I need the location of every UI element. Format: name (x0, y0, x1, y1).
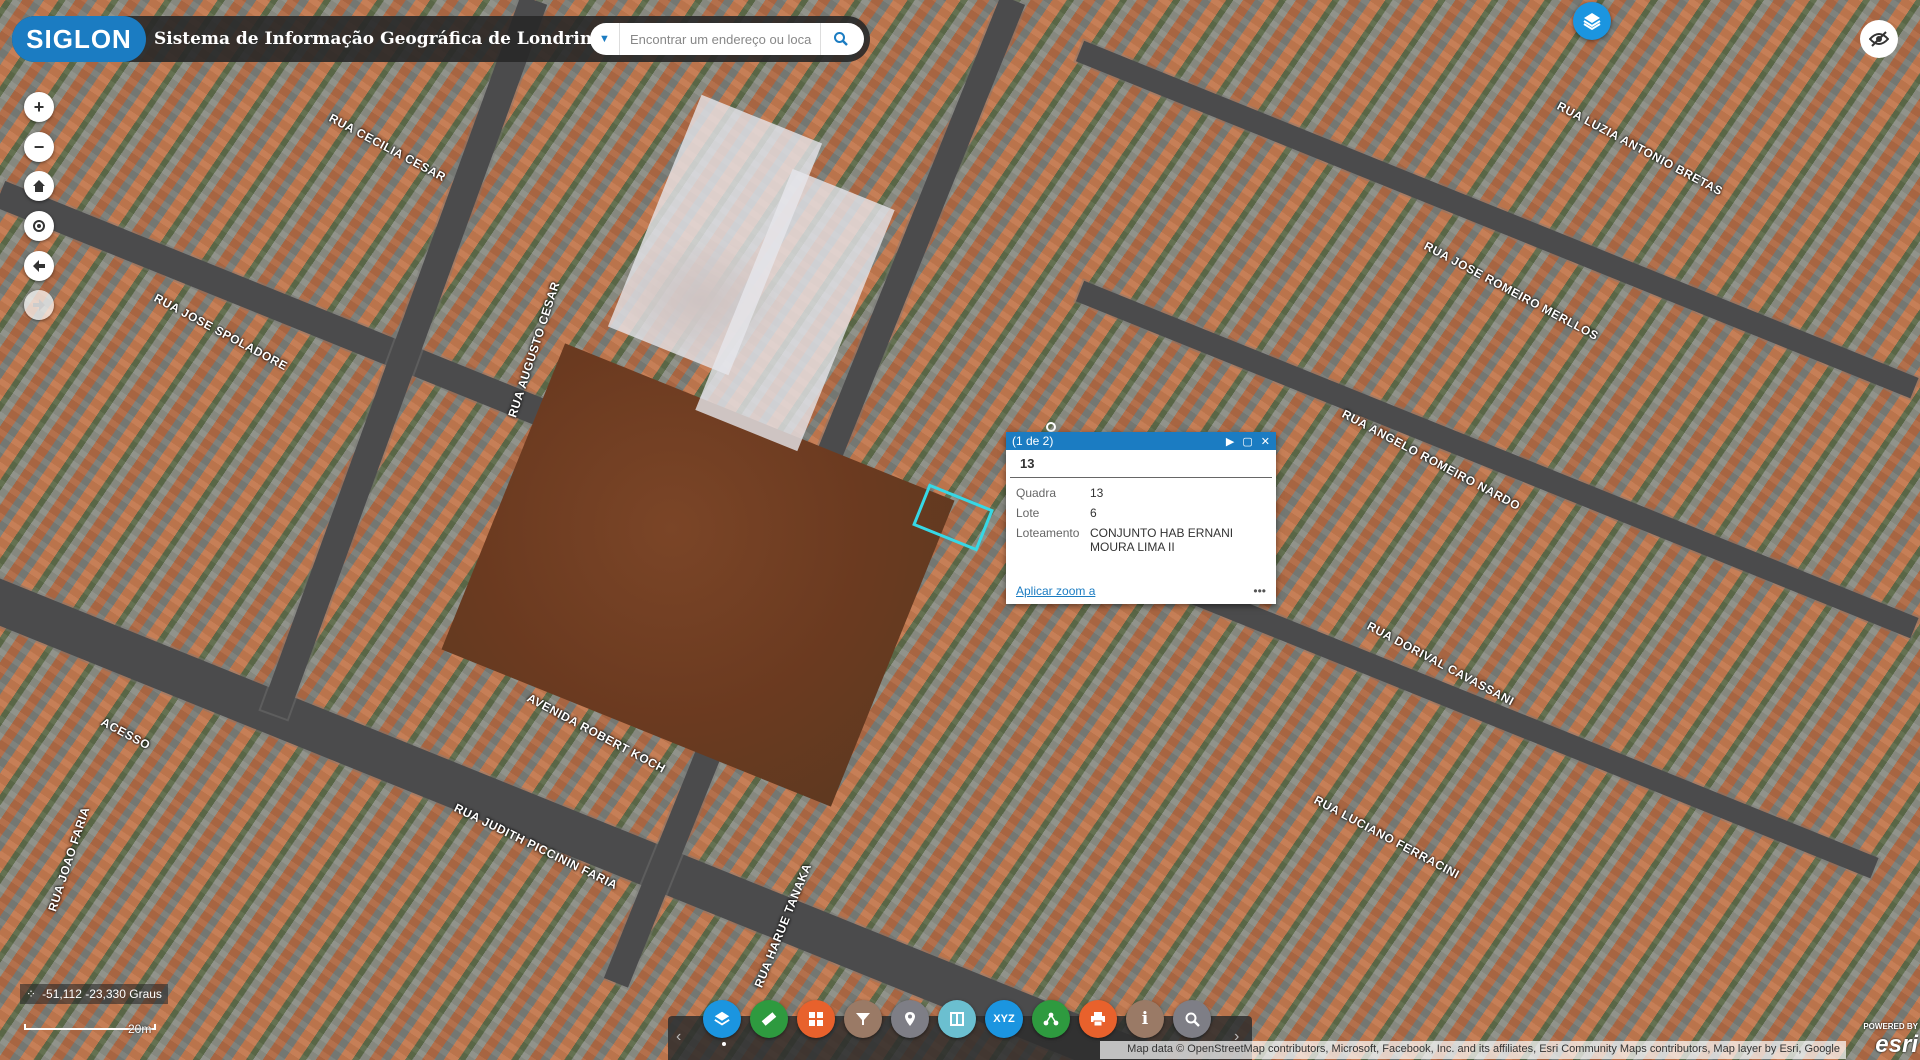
attribute-key: Lote (1016, 506, 1040, 520)
app-title: Sistema de Informação Geográfica de Lond… (154, 29, 604, 49)
identify-popup: (1 de 2) ▶ ▢ ✕ 13 Quadra 13 Lote 6 Lotea… (1006, 432, 1276, 604)
print-icon[interactable] (1079, 1000, 1117, 1038)
next-feature-icon[interactable]: ▶ (1226, 435, 1234, 448)
street-label: RUA CECILIA CESAR (326, 110, 449, 185)
previous-extent-icon[interactable] (24, 251, 54, 281)
xyz-coordinate-icon[interactable]: XYZ (985, 1000, 1023, 1038)
attribute-row: Lote 6 (1016, 506, 1266, 520)
layers-icon[interactable] (703, 1000, 741, 1038)
zoom-to-link[interactable]: Aplicar zoom a (1016, 584, 1095, 598)
search-icon[interactable] (820, 23, 860, 55)
attribute-row: Loteamento CONJUNTO HAB ERNANI MOURA LIM… (1016, 526, 1266, 554)
hide-widgets-icon[interactable] (1860, 20, 1898, 58)
click-point-marker (1046, 422, 1056, 432)
attribute-key: Loteamento (1016, 526, 1080, 540)
location-icon[interactable] (891, 1000, 929, 1038)
zoom-in-icon[interactable]: + (24, 92, 54, 122)
crosshair-icon: ⁘ (26, 987, 37, 1001)
map-view[interactable]: RUA CECILIA CESAR RUA JOSE SPOLADORE RUA… (0, 0, 1920, 1060)
esri-logo: POWERED BY esri (1863, 1022, 1918, 1058)
home-icon[interactable] (24, 171, 54, 201)
map-attribution[interactable]: Map data © OpenStreetMap contributors, M… (1100, 1041, 1846, 1059)
coordinate-readout[interactable]: ⁘ -51,112 -23,330 Graus (20, 984, 168, 1004)
measure-icon[interactable] (750, 1000, 788, 1038)
street-label: ACESSO (98, 714, 153, 753)
search-layer-icon[interactable] (1173, 1000, 1211, 1038)
swipe-icon[interactable] (938, 1000, 976, 1038)
search-input[interactable] (620, 31, 820, 47)
locate-icon[interactable] (24, 211, 54, 241)
siglon-logo[interactable]: SIGLON (12, 16, 146, 62)
popup-attributes: Quadra 13 Lote 6 Loteamento CONJUNTO HAB… (1006, 478, 1276, 554)
filter-icon[interactable] (844, 1000, 882, 1038)
street-label: RUA JOAO FARIA (45, 804, 93, 914)
basemap-gallery-icon[interactable] (797, 1000, 835, 1038)
attribute-row: Quadra 13 (1016, 486, 1266, 500)
popup-counter: (1 de 2) (1012, 434, 1054, 448)
street-label: RUA LUCIANO FERRACINI (1311, 792, 1462, 882)
attribute-value: 13 (1090, 486, 1104, 500)
scale-label: 20m (128, 1022, 152, 1036)
active-indicator (722, 1042, 726, 1046)
maximize-icon[interactable]: ▢ (1242, 435, 1252, 448)
share-icon[interactable] (1032, 1000, 1070, 1038)
chevron-down-icon[interactable]: ▼ (590, 23, 620, 55)
close-icon[interactable]: ✕ (1261, 435, 1270, 448)
more-options-icon[interactable]: ••• (1253, 584, 1266, 598)
attribute-value: 6 (1090, 506, 1097, 520)
info-icon[interactable]: i (1126, 1000, 1164, 1038)
popup-header: (1 de 2) ▶ ▢ ✕ (1006, 432, 1276, 450)
zoom-out-icon[interactable]: − (24, 132, 54, 162)
attribute-value: CONJUNTO HAB ERNANI MOURA LIMA II (1090, 526, 1234, 554)
street-label: RUA LUZIA ANTONIO BRETAS (1554, 98, 1726, 199)
popup-footer: Aplicar zoom a ••• (1016, 584, 1266, 598)
next-extent-icon[interactable] (24, 290, 54, 320)
popup-title: 13 (1010, 450, 1272, 478)
coordinate-text: -51,112 -23,330 Graus (42, 987, 162, 1001)
app-header: SIGLON Sistema de Informação Geográfica … (12, 16, 870, 62)
search-widget: ▼ (590, 23, 864, 55)
attribute-key: Quadra (1016, 486, 1057, 500)
layers-icon[interactable] (1573, 2, 1611, 40)
toolbar-prev-icon[interactable]: ‹ (676, 1028, 681, 1046)
